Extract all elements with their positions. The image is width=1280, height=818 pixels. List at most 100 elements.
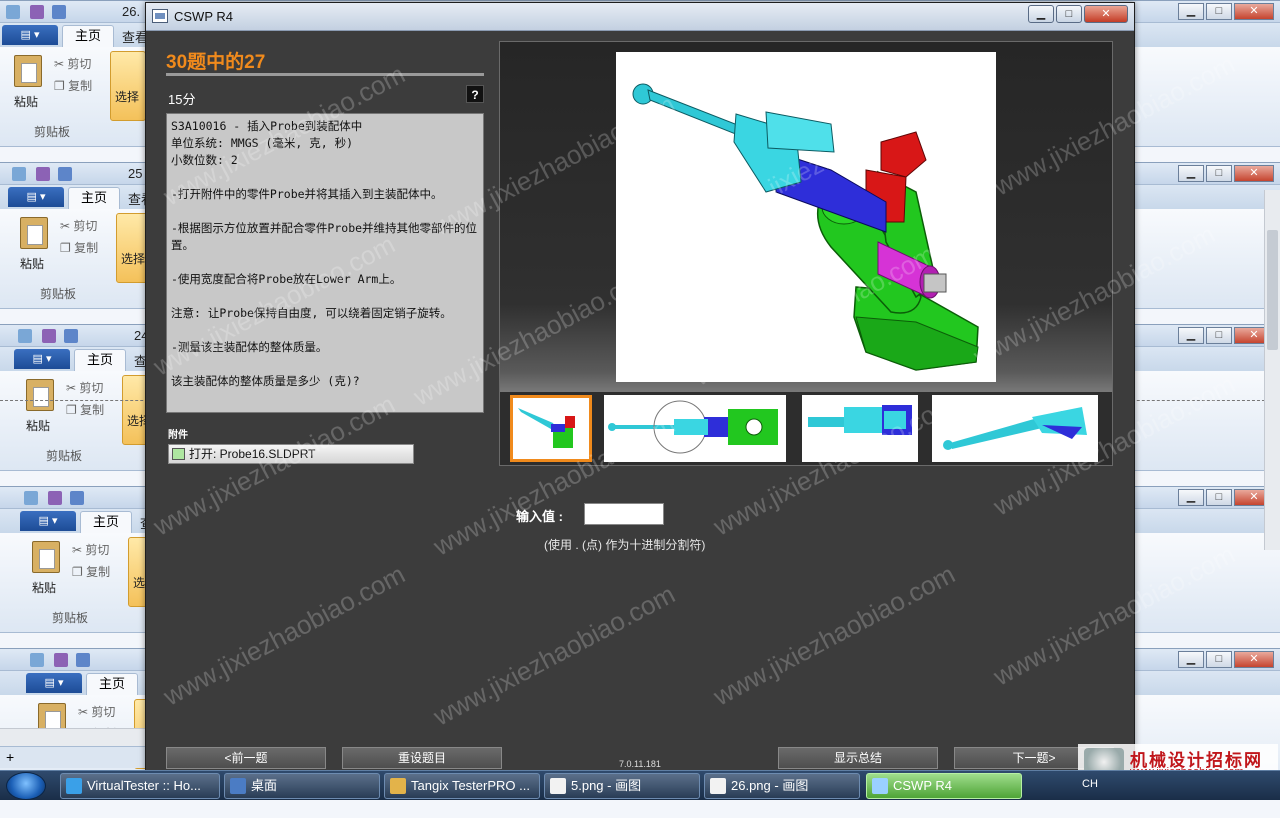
system-tray: CH: [1074, 771, 1280, 801]
question-line: -使用宽度配合将Probe放在Lower Arm上。: [171, 272, 402, 286]
taskbar-item-label: 5.png - 画图: [571, 778, 642, 793]
close-button[interactable]: ✕: [1234, 3, 1274, 20]
question-line: [171, 203, 479, 220]
paste-icon[interactable]: [20, 217, 48, 249]
save-icon[interactable]: [54, 653, 68, 667]
copy-button[interactable]: ❐ 复制: [72, 563, 110, 580]
minimize-button[interactable]: ▁: [1178, 327, 1204, 344]
copy-button[interactable]: ❐ 复制: [66, 401, 104, 418]
answer-input[interactable]: [584, 503, 664, 525]
thumbnail-4[interactable]: [932, 395, 1098, 462]
input-language[interactable]: CH: [1082, 778, 1098, 790]
question-line: -根据图示方位放置并配合零件Probe并维持其他零部件的位置。: [171, 221, 478, 252]
taskbar-item[interactable]: 26.png - 画图: [704, 773, 860, 799]
clipboard-group-label: 剪贴板: [52, 611, 89, 625]
minimize-button[interactable]: ▁: [1178, 3, 1204, 20]
cut-button[interactable]: ✂ 剪切: [60, 217, 97, 234]
desktop-icon: [230, 778, 246, 794]
open-attachment-button[interactable]: 打开: Probe16.SLDPRT: [168, 444, 414, 464]
tab-home[interactable]: 主页: [80, 511, 132, 533]
start-button[interactable]: [6, 772, 46, 800]
paint-app-icon: [24, 491, 38, 505]
thumbnail-1[interactable]: [510, 395, 592, 462]
close-button[interactable]: ✕: [1234, 651, 1274, 668]
taskbar-item[interactable]: Tangix TesterPRO ...: [384, 773, 540, 799]
save-icon[interactable]: [30, 5, 44, 19]
thumbnail-3[interactable]: [802, 395, 918, 462]
question-line: -测量该主装配体的整体质量。: [171, 340, 328, 354]
close-button[interactable]: ✕: [1084, 5, 1128, 23]
window-icon: [872, 778, 888, 794]
taskbar-item[interactable]: VirtualTester :: Ho...: [60, 773, 220, 799]
copy-button[interactable]: ❐ 复制: [60, 239, 98, 256]
copy-button[interactable]: ❐ 复制: [54, 77, 92, 94]
file-menu-button[interactable]: ▤ ▾: [2, 25, 58, 45]
tab-home[interactable]: 主页: [86, 673, 138, 695]
undo-icon[interactable]: [76, 653, 90, 667]
previous-question-button[interactable]: <前一题: [166, 747, 326, 769]
file-menu-button[interactable]: ▤ ▾: [14, 349, 70, 369]
taskbar-item-label: VirtualTester :: Ho...: [87, 778, 201, 793]
question-line: [171, 356, 479, 373]
cut-button[interactable]: ✂ 剪切: [66, 379, 103, 396]
maximize-button[interactable]: □: [1206, 327, 1232, 344]
question-line: -打开附件中的零件Probe并将其插入到主装配体中。: [171, 187, 443, 201]
question-line: [171, 288, 479, 305]
app-window-icon: [152, 9, 168, 23]
undo-icon[interactable]: [64, 329, 78, 343]
save-icon[interactable]: [36, 167, 50, 181]
minimize-button[interactable]: ▁: [1178, 651, 1204, 668]
file-menu-button[interactable]: ▤ ▾: [8, 187, 64, 207]
background-scrollbar[interactable]: [1264, 190, 1280, 550]
paste-icon[interactable]: [26, 379, 54, 411]
input-hint: (使用 . (点) 作为十进制分割符): [544, 538, 706, 552]
taskbar-item[interactable]: 桌面: [224, 773, 380, 799]
file-menu-button[interactable]: ▤ ▾: [26, 673, 82, 693]
undo-icon[interactable]: [58, 167, 72, 181]
minimize-button[interactable]: ▁: [1028, 5, 1054, 23]
question-line: [171, 322, 479, 339]
undo-icon[interactable]: [52, 5, 66, 19]
maximize-button[interactable]: □: [1206, 489, 1232, 506]
maximize-button[interactable]: □: [1056, 5, 1082, 23]
question-line: 小数位数: 2: [171, 153, 238, 167]
ie-icon: [66, 778, 82, 794]
part-file-icon: [172, 448, 185, 460]
tab-home[interactable]: 主页: [62, 25, 114, 47]
file-menu-button[interactable]: ▤ ▾: [20, 511, 76, 531]
paste-label: 粘贴: [26, 419, 51, 433]
tab-home[interactable]: 主页: [74, 349, 126, 371]
question-text-box[interactable]: S3A10016 - 插入Probe到装配体中 单位系统: MMGS (毫米, 克…: [166, 113, 484, 413]
paste-label: 粘贴: [14, 95, 39, 109]
paste-icon[interactable]: [14, 55, 42, 87]
maximize-button[interactable]: □: [1206, 651, 1232, 668]
save-icon[interactable]: [48, 491, 62, 505]
question-line: [171, 169, 479, 186]
close-button[interactable]: ✕: [1234, 165, 1274, 182]
save-icon[interactable]: [42, 329, 56, 343]
cut-button[interactable]: ✂ 剪切: [78, 703, 115, 720]
paint-icon: [550, 778, 566, 794]
maximize-button[interactable]: □: [1206, 3, 1232, 20]
folder-icon: [390, 778, 406, 794]
main-assembly-image[interactable]: [616, 52, 996, 382]
minimize-button[interactable]: ▁: [1178, 165, 1204, 182]
paste-icon[interactable]: [32, 541, 60, 573]
maximize-button[interactable]: □: [1206, 165, 1232, 182]
select-button[interactable]: 选择: [110, 51, 146, 121]
clipboard-group-label: 剪贴板: [40, 287, 77, 301]
cut-button[interactable]: ✂ 剪切: [72, 541, 109, 558]
thumbnail-2[interactable]: [604, 395, 786, 462]
show-summary-button[interactable]: 显示总结: [778, 747, 938, 769]
paste-label: 粘贴: [32, 581, 57, 595]
tab-home[interactable]: 主页: [68, 187, 120, 209]
help-button[interactable]: ?: [466, 85, 484, 103]
undo-icon[interactable]: [70, 491, 84, 505]
minimize-button[interactable]: ▁: [1178, 489, 1204, 506]
taskbar-item[interactable]: 5.png - 画图: [544, 773, 700, 799]
background-hscroll[interactable]: [0, 728, 150, 746]
reset-question-button[interactable]: 重设题目: [342, 747, 502, 769]
taskbar-item[interactable]: CSWP R4: [866, 773, 1022, 799]
scroll-thumb[interactable]: [1267, 230, 1278, 350]
cut-button[interactable]: ✂ 剪切: [54, 55, 91, 72]
